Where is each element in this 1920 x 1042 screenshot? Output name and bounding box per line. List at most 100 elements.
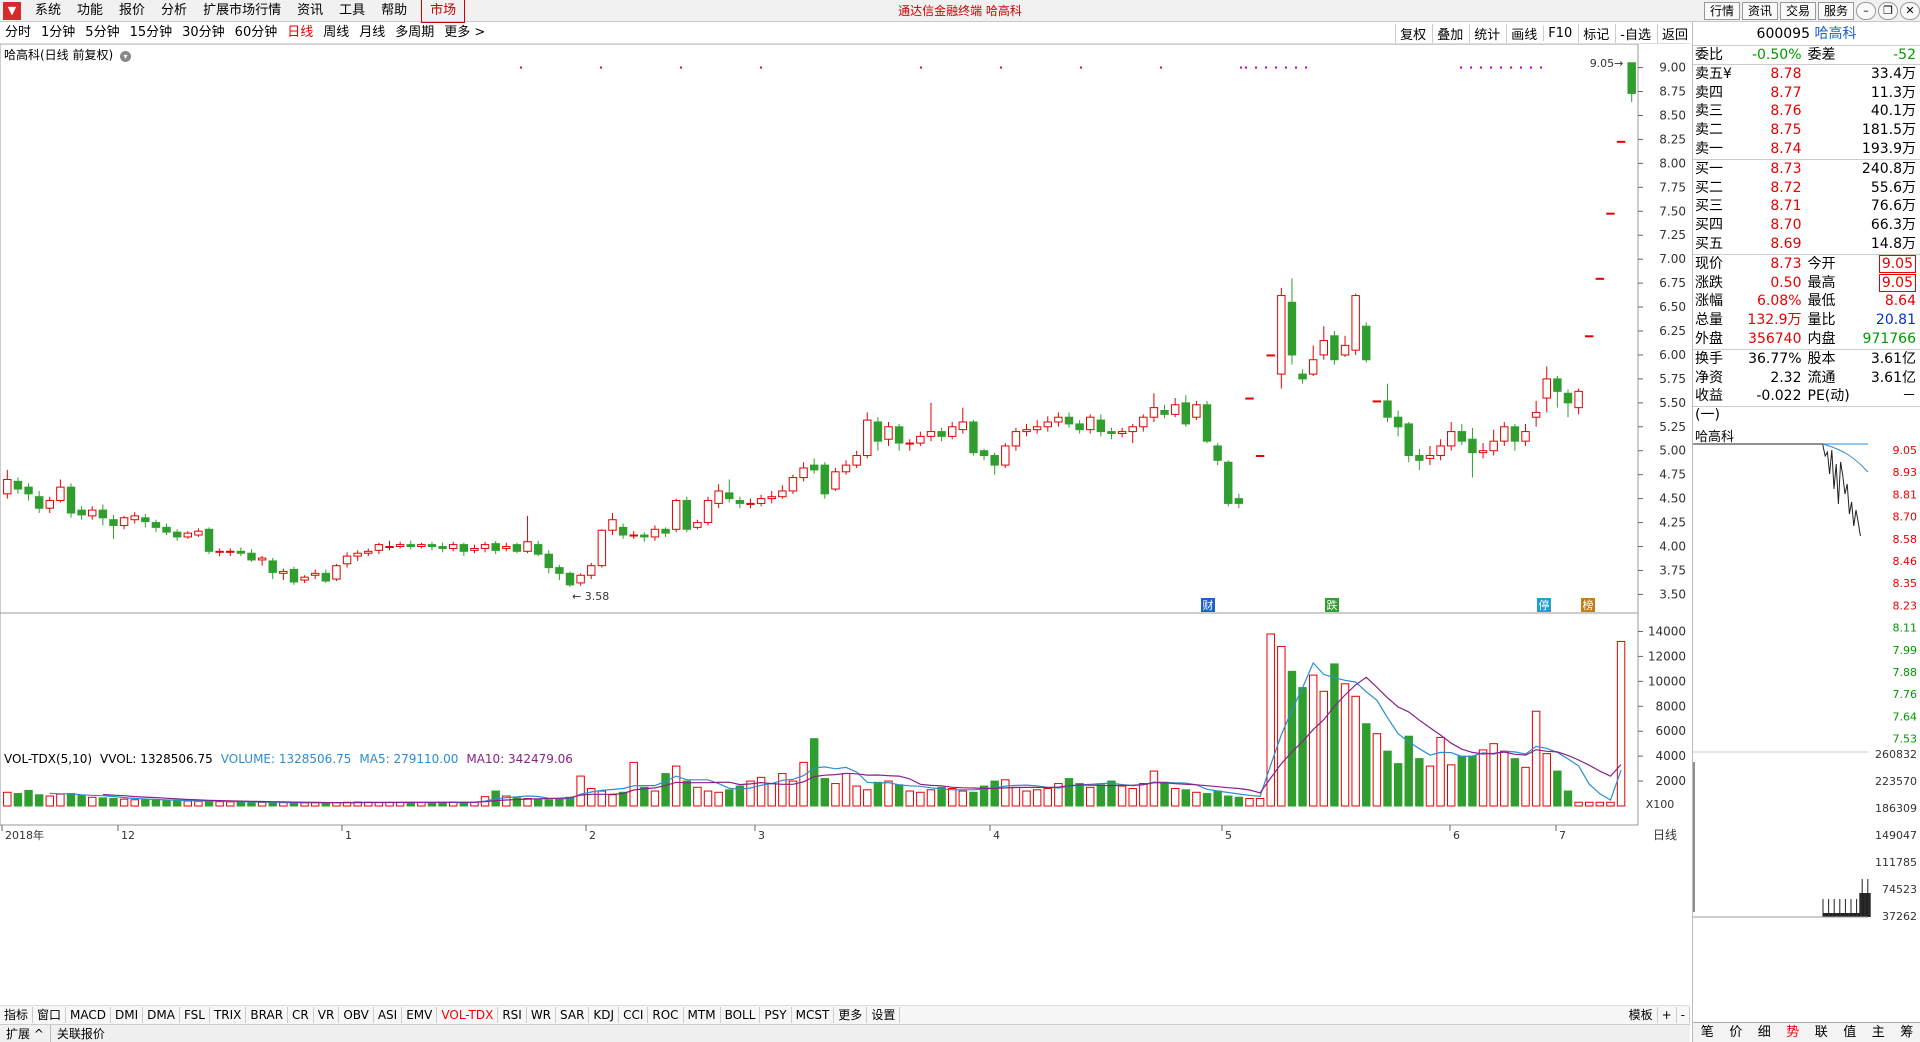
candle[interactable] [215,548,224,557]
candle[interactable] [204,527,214,555]
chart-tool-0[interactable]: 复权 [1395,23,1430,43]
candle[interactable] [1192,400,1201,421]
candle[interactable] [746,498,755,509]
service-button[interactable]: 服务 [1817,2,1854,20]
candle[interactable] [1001,443,1010,468]
candle[interactable] [98,504,108,526]
mini-intraday-chart[interactable]: 9.05 8.93 8.81 8.70 8.58 8.46 8.35 8.23 8.11 7.99… [1693,442,1920,1018]
candle[interactable] [385,540,394,551]
chart-tool-6[interactable]: -自选 [1615,23,1655,43]
right-tab-6[interactable]: 主 [1864,1023,1893,1042]
minus-icon[interactable]: - [1677,1007,1690,1023]
right-tab-2[interactable]: 细 [1750,1023,1779,1042]
candle[interactable] [618,523,628,539]
chart-tool-7[interactable]: 返回 [1656,23,1692,43]
chart-tool-1[interactable]: 叠加 [1432,23,1467,43]
candle[interactable] [533,540,543,557]
indicator-tab-3[interactable]: DMI [111,1007,144,1023]
stock-name[interactable]: 哈高科 [1814,26,1856,42]
indicator-tab-0[interactable]: 指标 [0,1007,34,1023]
indicator-tab-9[interactable]: VR [314,1007,340,1023]
candle[interactable] [905,439,914,451]
candle[interactable] [1139,414,1148,432]
indicator-tab-1[interactable]: 窗口 [33,1007,67,1023]
candle[interactable] [682,496,692,533]
candle[interactable] [809,458,819,474]
candle[interactable] [1595,277,1605,280]
candle[interactable] [725,479,734,503]
candle[interactable] [1086,414,1095,434]
candle[interactable] [873,417,883,451]
candle[interactable] [937,427,946,442]
event-marker[interactable]: 跌 [1325,598,1339,612]
candle[interactable] [597,529,607,568]
candle[interactable] [1585,335,1594,338]
candle[interactable] [714,484,723,509]
candle[interactable] [703,496,713,526]
candle[interactable] [1489,429,1498,456]
indicator-tab-21[interactable]: BOLL [721,1007,761,1023]
candle[interactable] [650,525,660,541]
candle[interactable] [1553,376,1562,408]
candle[interactable] [1149,393,1159,422]
candle[interactable] [406,540,415,550]
candle[interactable] [640,532,649,542]
candle[interactable] [353,550,362,561]
indicator-tab-4[interactable]: DMA [143,1007,180,1023]
candle[interactable] [1043,416,1052,432]
candle[interactable] [449,541,458,552]
candle[interactable] [1616,140,1626,143]
right-tab-3[interactable]: 势 [1779,1023,1808,1042]
candle[interactable] [1500,422,1509,446]
candle[interactable] [735,496,745,509]
candle[interactable] [480,541,490,553]
candle[interactable] [119,515,129,530]
period-tab-4[interactable]: 30分钟 [177,22,230,44]
candle[interactable] [1022,423,1031,437]
candle[interactable] [395,541,405,549]
candle[interactable] [1393,410,1403,437]
indicator-tab-25[interactable]: 设置 [867,1007,901,1023]
right-tab-4[interactable]: 联 [1807,1023,1836,1042]
candle[interactable] [1213,443,1222,466]
candle[interactable] [66,483,76,518]
candle[interactable] [151,519,161,533]
right-tab-0[interactable]: 笔 [1693,1023,1722,1042]
menu-tools[interactable]: 工具 [331,0,373,22]
candle[interactable] [1234,493,1244,509]
trade-button[interactable]: 交易 [1779,2,1816,20]
menu-quote[interactable]: 报价 [111,0,153,22]
candle[interactable] [1202,400,1212,444]
indicator-tab-11[interactable]: ASI [374,1007,403,1023]
candle[interactable] [1478,443,1488,459]
candle[interactable] [247,549,256,562]
candle[interactable] [661,527,670,537]
candle[interactable] [364,548,373,557]
indicator-tab-5[interactable]: FSL [180,1007,210,1023]
candle[interactable] [1425,445,1435,466]
menu-function[interactable]: 功能 [69,0,111,22]
candle[interactable] [1266,354,1275,357]
candle[interactable] [1330,331,1339,365]
quote-button[interactable]: 行情 [1703,2,1740,20]
period-tab-10[interactable]: 更多 > [439,22,490,44]
period-tab-3[interactable]: 15分钟 [125,22,178,44]
menu-market[interactable]: 市场 [421,0,466,23]
menu-system[interactable]: 系统 [27,0,69,22]
candle[interactable] [1160,404,1169,419]
candle[interactable] [671,498,681,533]
candle[interactable] [894,423,904,451]
candle[interactable] [236,547,246,557]
candle[interactable] [1404,422,1413,463]
related-quote-button[interactable]: 关联报价 [49,1025,111,1042]
menu-help[interactable]: 帮助 [373,0,415,22]
indicator-tab-20[interactable]: MTM [684,1007,721,1023]
right-tab-1[interactable]: 价 [1722,1023,1751,1042]
candle[interactable] [852,450,861,468]
candle[interactable] [1224,460,1233,507]
candle[interactable] [1287,278,1297,365]
candle[interactable] [1563,389,1573,418]
menu-analysis[interactable]: 分析 [153,0,195,22]
candle[interactable] [1627,62,1636,103]
candle[interactable] [926,402,936,442]
